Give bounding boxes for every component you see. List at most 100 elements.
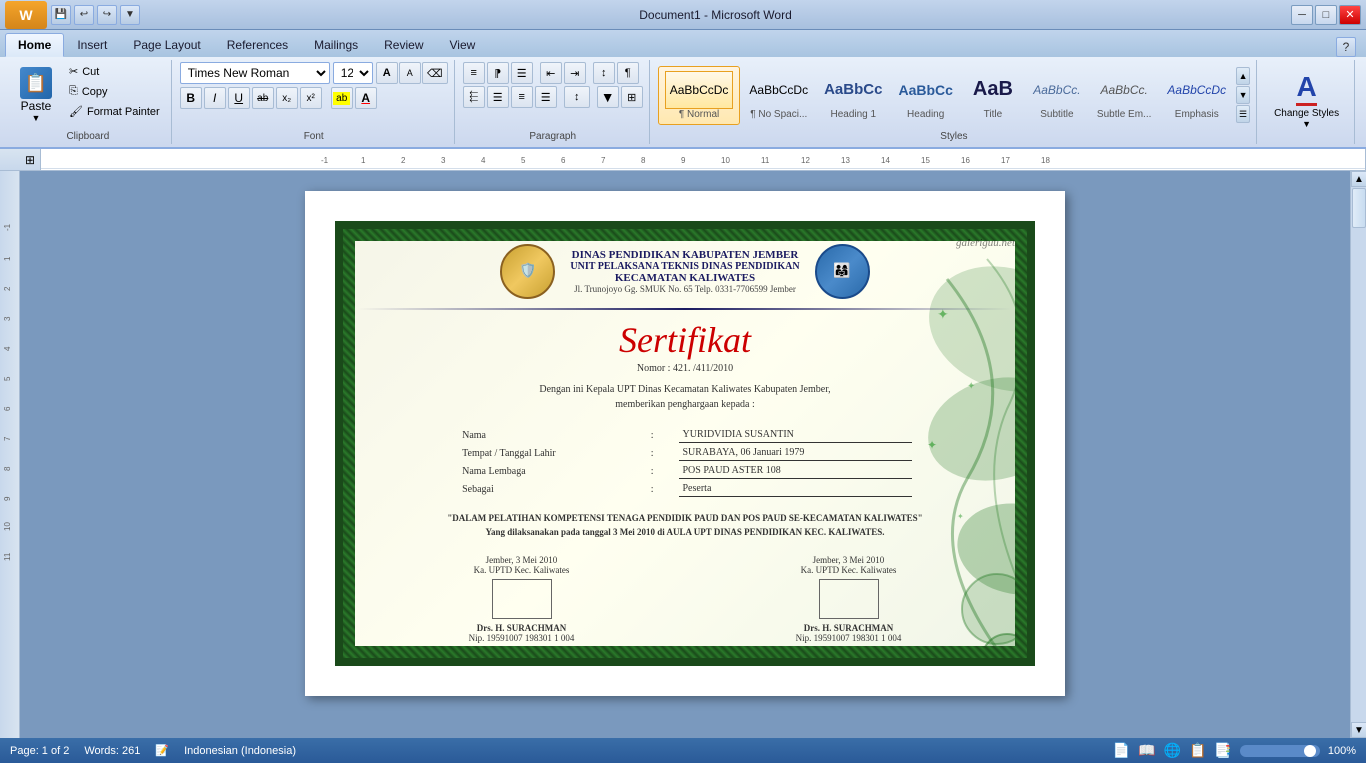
tab-review[interactable]: Review	[371, 33, 436, 57]
view-web-button[interactable]: 🌐	[1164, 742, 1181, 759]
cut-button[interactable]: ✂ Cut	[64, 62, 165, 81]
align-left-button[interactable]: ⬱	[463, 86, 485, 108]
strikethrough-button[interactable]: ab	[252, 87, 274, 109]
borders-button[interactable]: ⊞	[621, 86, 643, 108]
underline-button[interactable]: U	[228, 87, 250, 109]
cert-institution-line1: DINAS PENDIDIKAN KABUPATEN JEMBER	[570, 249, 799, 261]
svg-text:1: 1	[3, 256, 12, 261]
scroll-thumb[interactable]	[1352, 188, 1366, 228]
maximize-button[interactable]: □	[1315, 5, 1337, 25]
style-no-spacing[interactable]: AaBbCcDc ¶ No Spaci...	[742, 66, 815, 125]
style-subtitle[interactable]: AaBbCc. Subtitle	[1026, 66, 1088, 125]
svg-text:✦: ✦	[937, 308, 949, 323]
tab-insert[interactable]: Insert	[64, 33, 120, 57]
status-bar: Page: 1 of 2 Words: 261 📝 Indonesian (In…	[0, 738, 1366, 763]
close-button[interactable]: ✕	[1339, 5, 1361, 25]
tab-references[interactable]: References	[214, 33, 301, 57]
decrease-indent-button[interactable]: ⇤	[540, 62, 562, 84]
increase-indent-button[interactable]: ⇥	[564, 62, 586, 84]
style-heading1[interactable]: AaBbCc Heading 1	[817, 66, 889, 125]
spell-check-icon[interactable]: 📝	[155, 744, 169, 757]
style-title[interactable]: AaB Title	[962, 66, 1024, 125]
para-row2: ⬱ ☰ ≡ ☰ ↕ ▼ ⊞	[463, 86, 643, 108]
svg-text:6: 6	[3, 406, 12, 411]
style-emphasis[interactable]: AaBbCcDc Emphasis	[1160, 66, 1233, 125]
undo-button[interactable]: ↩	[74, 5, 94, 25]
cert-sig-right-box	[819, 579, 879, 619]
document-area[interactable]: ✦ ✦ ✦ ✦ galeriguu.net 🛡️ DINAS PENDIDIKA…	[20, 171, 1350, 738]
align-center-button[interactable]: ☰	[487, 86, 509, 108]
scroll-up-button[interactable]: ▲	[1351, 171, 1366, 187]
view-outline-button[interactable]: 📋	[1189, 742, 1206, 759]
font-shrink-button[interactable]: A	[399, 62, 421, 84]
styles-scroll-down[interactable]: ▼	[1236, 86, 1250, 104]
cert-title-block: DINAS PENDIDIKAN KABUPATEN JEMBER UNIT P…	[570, 249, 799, 294]
redo-button[interactable]: ↪	[97, 5, 117, 25]
font-group: Times New Roman 12 A A ⌫ B I U ab	[174, 60, 455, 144]
copy-button[interactable]: ⎘ Copy	[64, 82, 165, 101]
cert-sig-right-city: Jember, 3 Mei 2010	[796, 555, 902, 565]
save-button[interactable]: 💾	[51, 5, 71, 25]
cert-field-sebagai-value: Peserta	[679, 481, 912, 497]
font-color-button[interactable]: A	[355, 87, 377, 109]
subscript-button[interactable]: x₂	[276, 87, 298, 109]
quick-access-dropdown[interactable]: ▼	[120, 5, 140, 25]
scroll-track[interactable]	[1351, 187, 1366, 722]
cert-statement-line1: "DALAM PELATIHAN KOMPETENSI TENAGA PENDI…	[447, 512, 922, 526]
svg-text:6: 6	[561, 156, 566, 165]
cert-watermark: galeriguu.net	[956, 237, 1015, 249]
tab-home[interactable]: Home	[5, 33, 64, 57]
office-button[interactable]: W	[5, 1, 47, 29]
style-normal-label: ¶ Normal	[679, 109, 719, 120]
ruler-toggle[interactable]: ⊞	[20, 153, 40, 167]
svg-text:✦: ✦	[927, 438, 937, 452]
change-styles-button[interactable]: A Change Styles ▼	[1265, 65, 1348, 136]
cert-field-nama-value: YURIDVIDIA SUSANTIN	[679, 427, 912, 443]
style-heading2[interactable]: AaBbCc Heading	[891, 66, 959, 125]
format-painter-button[interactable]: 🖌 Format Painter	[64, 102, 165, 121]
styles-scroll-up[interactable]: ▲	[1236, 67, 1250, 85]
zoom-slider[interactable]	[1240, 745, 1320, 757]
view-draft-button[interactable]: 📑	[1214, 742, 1231, 759]
style-normal[interactable]: AaBbCcDc ¶ Normal	[658, 66, 741, 125]
line-spacing-button[interactable]: ↕	[564, 86, 590, 108]
svg-text:7: 7	[601, 156, 606, 165]
svg-text:-1: -1	[321, 156, 329, 165]
view-normal-button[interactable]: 📄	[1113, 742, 1130, 759]
font-size-select[interactable]: 12	[333, 62, 373, 84]
svg-text:16: 16	[961, 156, 970, 165]
cert-field-lembaga-label: Nama Lembaga	[458, 463, 641, 479]
tab-page-layout[interactable]: Page Layout	[120, 33, 213, 57]
svg-text:8: 8	[641, 156, 646, 165]
tab-view[interactable]: View	[437, 33, 489, 57]
show-hide-button[interactable]: ¶	[617, 62, 639, 84]
justify-button[interactable]: ☰	[535, 86, 557, 108]
numbering-button[interactable]: ⁋	[487, 62, 509, 84]
svg-text:4: 4	[3, 346, 12, 351]
zoom-thumb[interactable]	[1304, 745, 1316, 757]
cert-field-row: Tempat / Tanggal Lahir : SURABAYA, 06 Ja…	[458, 445, 912, 461]
view-reading-button[interactable]: 📖	[1138, 742, 1155, 759]
sort-button[interactable]: ↕	[593, 62, 615, 84]
highlight-button[interactable]: ab	[331, 87, 353, 109]
minimize-button[interactable]: ─	[1291, 5, 1313, 25]
bullets-button[interactable]: ≡	[463, 62, 485, 84]
font-grow-button[interactable]: A	[376, 62, 398, 84]
styles-more-button[interactable]: ☰	[1236, 105, 1250, 123]
multilevel-button[interactable]: ☰	[511, 62, 533, 84]
style-subtle-em[interactable]: AaBbCc. Subtle Em...	[1090, 66, 1158, 125]
clear-formatting-button[interactable]: ⌫	[422, 62, 448, 84]
svg-text:14: 14	[881, 156, 890, 165]
paste-button[interactable]: 📋 Paste ▼	[11, 62, 61, 128]
font-name-select[interactable]: Times New Roman	[180, 62, 330, 84]
help-button[interactable]: ?	[1336, 37, 1356, 57]
horizontal-ruler: -1 1 2 3 4 5 6 7 8 9 10 11 12 13 14 15 1…	[40, 149, 1366, 170]
bold-button[interactable]: B	[180, 87, 202, 109]
superscript-button[interactable]: x²	[300, 87, 322, 109]
cert-divider	[358, 308, 1012, 310]
styles-label: Styles	[940, 128, 967, 142]
align-right-button[interactable]: ≡	[511, 86, 533, 108]
italic-button[interactable]: I	[204, 87, 226, 109]
shading-button[interactable]: ▼	[597, 86, 619, 108]
tab-mailings[interactable]: Mailings	[301, 33, 371, 57]
